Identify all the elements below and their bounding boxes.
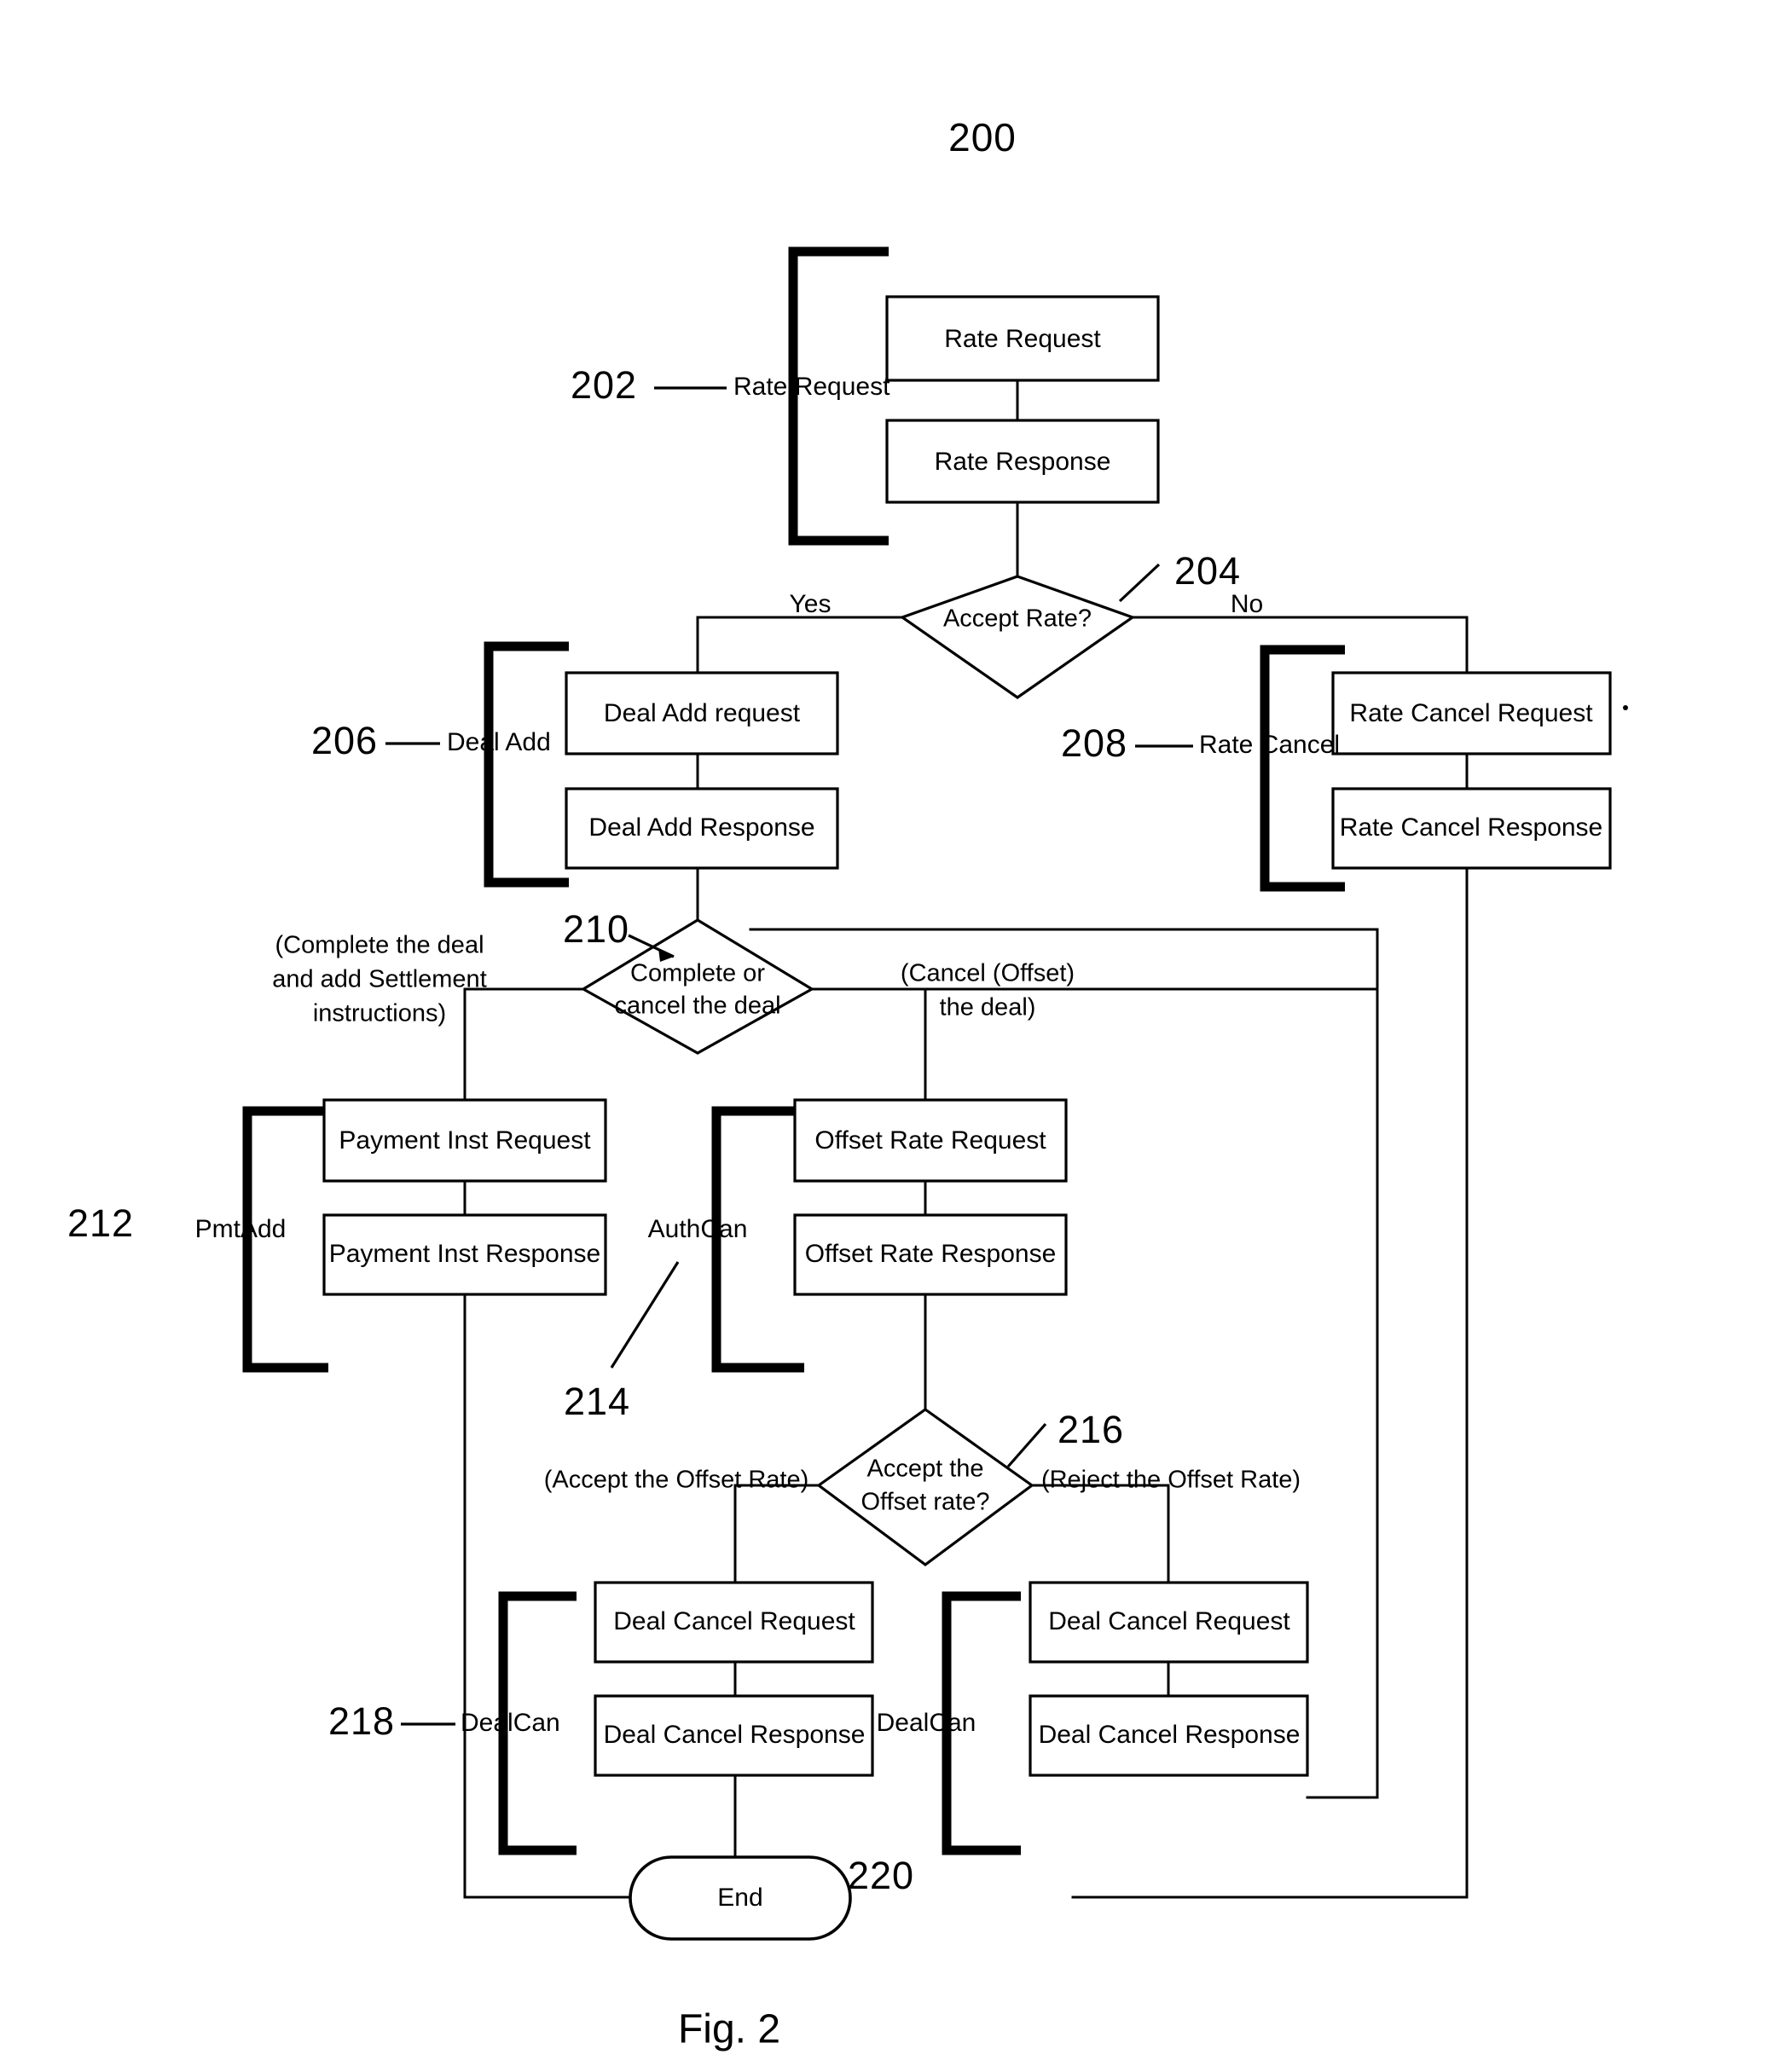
figure-caption: Fig. 2 — [678, 2007, 780, 2052]
leader-216 — [1006, 1422, 1047, 1468]
deal-cancel-response-left-label: Deal Cancel Response — [604, 1721, 866, 1749]
accept-offset-rate-diamond[interactable] — [816, 1408, 1034, 1566]
node-rate-cancel-response[interactable]: Rate Cancel Response — [1331, 787, 1612, 870]
deal-add-response-label: Deal Add Response — [588, 813, 814, 842]
accept-rate-label: Accept Rate? — [943, 605, 1092, 633]
edge-acceptoffset-yes-to-dealcancel-left — [733, 1484, 820, 1584]
node-accept-rate-decision[interactable]: Accept Rate? — [899, 575, 1136, 699]
deal-cancel-request-left-label: Deal Cancel Request — [613, 1607, 855, 1635]
annotation-complete-line1: (Complete the deal — [275, 932, 484, 959]
bracket-deal-add-group — [484, 641, 569, 888]
ref-numeral-212: 212 — [67, 1201, 134, 1245]
leader-214 — [610, 1261, 680, 1369]
ref-208: 208 Rate Cancel — [1061, 721, 1340, 765]
deal-add-request-label: Deal Add request — [604, 699, 801, 727]
edge-offset-return-rail — [749, 928, 1379, 1799]
group-label-deal-can-left: DealCan — [461, 1709, 560, 1737]
complete-or-cancel-label-line1: Complete or — [630, 960, 765, 987]
node-rate-cancel-request[interactable]: Rate Cancel Request — [1331, 671, 1612, 755]
node-rate-request[interactable]: Rate Request — [885, 295, 1160, 382]
rate-response-label: Rate Response — [935, 448, 1111, 476]
annotation-accept-offset-rate: (Accept the Offset Rate) — [544, 1467, 809, 1494]
group-label-pmt-add: PmtAdd — [195, 1215, 287, 1243]
leader-204 — [1118, 563, 1161, 603]
offset-rate-request-label: Offset Rate Request — [814, 1126, 1046, 1155]
node-offset-rate-request[interactable]: Offset Rate Request — [793, 1098, 1068, 1183]
ref-numeral-216: 216 — [1058, 1408, 1124, 1451]
payment-inst-request-label: Payment Inst Request — [339, 1126, 591, 1155]
branch-label-yes: Yes — [790, 590, 832, 618]
node-payment-inst-response[interactable]: Payment Inst Response — [322, 1213, 607, 1296]
rate-cancel-request-label: Rate Cancel Request — [1349, 699, 1593, 727]
node-deal-cancel-request-left[interactable]: Deal Cancel Request — [594, 1581, 874, 1664]
deal-cancel-response-right-label: Deal Cancel Response — [1039, 1721, 1301, 1749]
offset-rate-response-label: Offset Rate Response — [805, 1240, 1057, 1268]
group-label-rate-request: Rate Request — [733, 373, 890, 401]
ref-202: 202 Rate Request — [571, 363, 890, 407]
ref-204: 204 — [1118, 549, 1241, 603]
group-label-rate-cancel: Rate Cancel — [1199, 731, 1340, 759]
ref-numeral-210: 210 — [563, 907, 629, 951]
ref-216: 216 — [1006, 1408, 1124, 1468]
ref-numeral-218: 218 — [328, 1699, 395, 1743]
annotation-cancel-offset-line1: (Cancel (Offset) — [901, 960, 1075, 987]
figure-number-200: 200 — [948, 115, 1017, 159]
ref-numeral-202: 202 — [571, 363, 637, 407]
annotation-complete-line3: instructions) — [313, 1000, 446, 1027]
node-deal-cancel-response-right[interactable]: Deal Cancel Response — [1029, 1694, 1309, 1777]
annotation-complete-line2: and add Settlement — [272, 966, 487, 993]
ref-218: 218 DealCan — [328, 1699, 560, 1743]
deal-cancel-request-right-label: Deal Cancel Request — [1048, 1607, 1290, 1635]
end-label: End — [717, 1884, 762, 1912]
annotation-reject-offset-rate: (Reject the Offset Rate) — [1041, 1467, 1301, 1494]
ref-numeral-214: 214 — [564, 1380, 630, 1423]
edge-acceptoffset-no-to-dealcancel-right — [1030, 1484, 1170, 1584]
ref-numeral-206: 206 — [311, 719, 378, 762]
ref-numeral-208: 208 — [1061, 721, 1127, 765]
group-label-auth-can: AuthCan — [648, 1215, 748, 1243]
patent-figure: Rate Request Rate Response Accept Rate? … — [0, 0, 1779, 2072]
node-accept-offset-rate-decision[interactable]: Accept the Offset rate? — [816, 1408, 1034, 1566]
group-label-deal-add: Deal Add — [447, 728, 551, 756]
flowchart-canvas: Rate Request Rate Response Accept Rate? … — [67, 115, 1628, 2052]
branch-label-no: No — [1231, 590, 1263, 618]
accept-rate-diamond[interactable] — [899, 575, 1136, 699]
rate-request-label: Rate Request — [944, 325, 1101, 353]
scan-artifact-dot — [1623, 705, 1628, 710]
complete-or-cancel-label-line2: cancel the deal — [614, 993, 780, 1020]
node-deal-add-request[interactable]: Deal Add request — [565, 671, 839, 755]
accept-offset-rate-label-line1: Accept the — [866, 1456, 983, 1483]
accept-offset-rate-label-line2: Offset rate? — [861, 1489, 990, 1516]
edge-acceptrate-yes-to-dealadd — [696, 616, 904, 674]
group-label-deal-can-right: DealCan — [877, 1709, 976, 1737]
node-rate-response[interactable]: Rate Response — [885, 419, 1160, 504]
node-deal-cancel-response-left[interactable]: Deal Cancel Response — [594, 1694, 874, 1777]
ref-numeral-220: 220 — [848, 1854, 914, 1897]
node-deal-cancel-request-right[interactable]: Deal Cancel Request — [1029, 1581, 1309, 1664]
node-payment-inst-request[interactable]: Payment Inst Request — [322, 1098, 607, 1183]
payment-inst-response-label: Payment Inst Response — [329, 1240, 601, 1268]
annotation-cancel-offset-line2: the deal) — [940, 994, 1036, 1022]
ref-206: 206 Deal Add — [311, 719, 551, 762]
node-deal-add-response[interactable]: Deal Add Response — [565, 787, 839, 870]
ref-212: 212 PmtAdd — [67, 1201, 286, 1245]
edge-completeorcancel-right-to-offsetrate — [810, 987, 927, 1106]
node-offset-rate-response[interactable]: Offset Rate Response — [793, 1213, 1068, 1296]
rate-cancel-response-label: Rate Cancel Response — [1340, 813, 1603, 842]
node-end-terminal[interactable]: End — [629, 1855, 852, 1941]
ref-numeral-204: 204 — [1174, 549, 1241, 593]
